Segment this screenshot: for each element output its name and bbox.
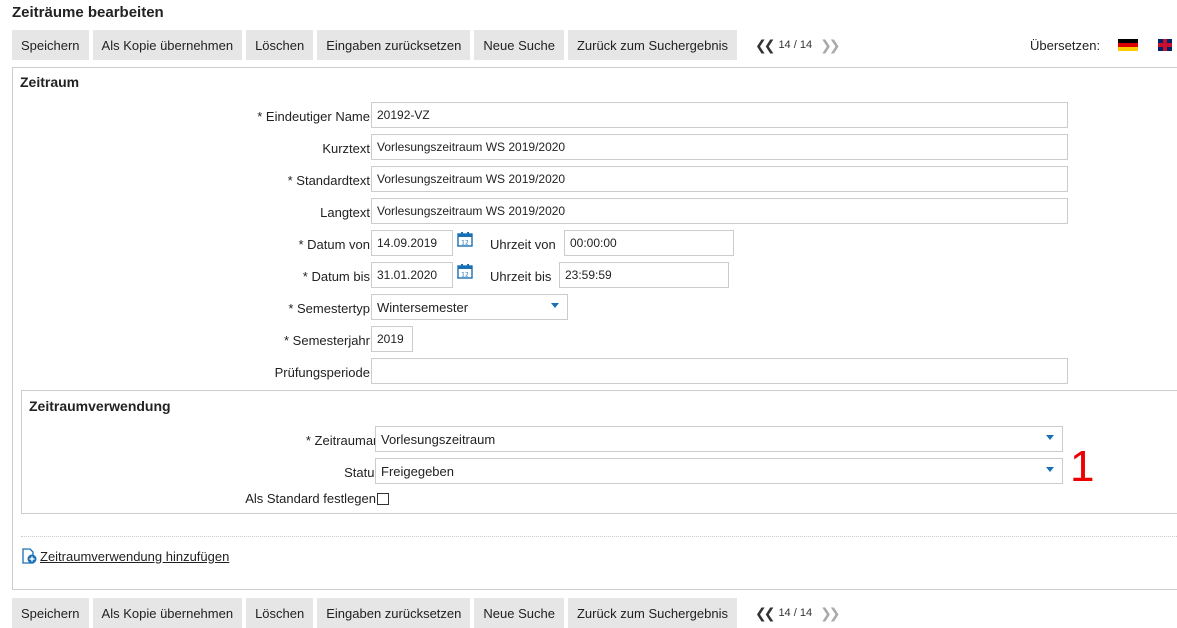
date-from-field[interactable]: 14.09.2019: [371, 230, 453, 256]
save-as-copy-button[interactable]: Als Kopie übernehmen: [92, 598, 243, 628]
pager: ❮❮ 14 / 14 ❯❯: [755, 604, 841, 622]
exam-period-label: Prüfungsperiode: [274, 365, 370, 380]
set-default-label: Als Standard festlegen: [245, 491, 376, 506]
chevron-down-icon: [551, 303, 559, 308]
time-from-field[interactable]: 00:00:00: [564, 230, 734, 256]
translate-label: Übersetzen:: [1030, 37, 1101, 53]
add-period-usage-link[interactable]: Zeitraumverwendung hinzufügen: [21, 548, 229, 564]
section-title-period: Zeitraum: [20, 74, 80, 90]
date-from-label: * Datum von: [298, 237, 370, 252]
pager: ❮❮ 14 / 14 ❯❯: [755, 36, 841, 54]
next-record-icon: ❯❯: [820, 604, 841, 621]
svg-text:12: 12: [461, 240, 469, 247]
save-button[interactable]: Speichern: [12, 30, 89, 60]
reset-button[interactable]: Eingaben zurücksetzen: [317, 598, 471, 628]
english-flag-icon[interactable]: [1158, 39, 1173, 51]
next-record-icon: ❯❯: [820, 36, 841, 53]
short-text-label: Kurztext: [322, 141, 370, 156]
semester-year-field[interactable]: 2019: [371, 326, 413, 352]
divider: [21, 536, 1177, 537]
previous-record-icon[interactable]: ❮❮: [755, 605, 776, 622]
time-from-label: Uhrzeit von: [490, 237, 556, 252]
add-period-usage-label: Zeitraumverwendung hinzufügen: [40, 548, 230, 564]
status-select[interactable]: Freigegeben: [375, 458, 1063, 484]
short-text-field[interactable]: Vorlesungszeitraum WS 2019/2020: [371, 134, 1068, 160]
translate-bar: Übersetzen:: [1030, 30, 1173, 60]
semester-type-label: * Semestertyp: [288, 301, 370, 316]
pager-position: 14 / 14: [778, 39, 813, 51]
save-button[interactable]: Speichern: [12, 598, 89, 628]
standard-text-field[interactable]: Vorlesungszeitraum WS 2019/2020: [371, 166, 1068, 192]
long-text-label: Langtext: [320, 205, 370, 220]
annotation-marker: 1: [1070, 442, 1095, 491]
status-value: Freigegeben: [381, 463, 454, 479]
standard-text-label: * Standardtext: [287, 173, 370, 188]
german-flag-icon[interactable]: [1118, 39, 1139, 51]
semester-year-label: * Semesterjahr: [284, 333, 370, 348]
period-type-select[interactable]: Vorlesungszeitraum: [375, 426, 1063, 452]
semester-type-value: Wintersemester: [377, 299, 469, 315]
unique-name-field[interactable]: 20192-VZ: [371, 102, 1068, 128]
previous-record-icon[interactable]: ❮❮: [755, 37, 776, 54]
semester-type-select[interactable]: Wintersemester: [371, 294, 568, 320]
period-type-label: * Zeitraumart: [305, 433, 381, 448]
delete-button[interactable]: Löschen: [246, 30, 314, 60]
time-to-field[interactable]: 23:59:59: [559, 262, 729, 288]
add-document-icon: [22, 548, 37, 564]
calendar-icon[interactable]: 12: [457, 231, 473, 247]
reset-button[interactable]: Eingaben zurücksetzen: [317, 30, 471, 60]
exam-period-field[interactable]: [371, 358, 1068, 384]
new-search-button[interactable]: Neue Suche: [474, 598, 564, 628]
chevron-down-icon: [1046, 435, 1054, 440]
period-usage-panel: Zeitraumverwendung * Zeitraumart Vorlesu…: [21, 390, 1177, 514]
back-to-results-button[interactable]: Zurück zum Suchergebnis: [567, 30, 737, 60]
page-title: Zeiträume bearbeiten: [12, 4, 164, 21]
bottom-toolbar: Speichern Als Kopie übernehmen Löschen E…: [12, 598, 841, 628]
delete-button[interactable]: Löschen: [246, 598, 314, 628]
period-panel: Zeitraum * Eindeutiger Name 20192-VZ Kur…: [12, 67, 1177, 590]
period-type-value: Vorlesungszeitraum: [381, 431, 496, 447]
time-to-label: Uhrzeit bis: [490, 269, 552, 284]
new-search-button[interactable]: Neue Suche: [474, 30, 564, 60]
back-to-results-button[interactable]: Zurück zum Suchergebnis: [567, 598, 737, 628]
date-to-label: * Datum bis: [302, 269, 370, 284]
svg-text:12: 12: [461, 272, 469, 279]
unique-name-label: * Eindeutiger Name: [257, 109, 370, 124]
long-text-field[interactable]: Vorlesungszeitraum WS 2019/2020: [371, 198, 1068, 224]
chevron-down-icon: [1046, 467, 1054, 472]
calendar-icon[interactable]: 12: [457, 263, 473, 279]
date-to-field[interactable]: 31.01.2020: [371, 262, 453, 288]
set-default-checkbox[interactable]: [377, 493, 389, 505]
top-toolbar: Speichern Als Kopie übernehmen Löschen E…: [12, 30, 841, 60]
save-as-copy-button[interactable]: Als Kopie übernehmen: [92, 30, 243, 60]
pager-position: 14 / 14: [778, 607, 813, 619]
section-title-period-usage: Zeitraumverwendung: [29, 398, 171, 414]
